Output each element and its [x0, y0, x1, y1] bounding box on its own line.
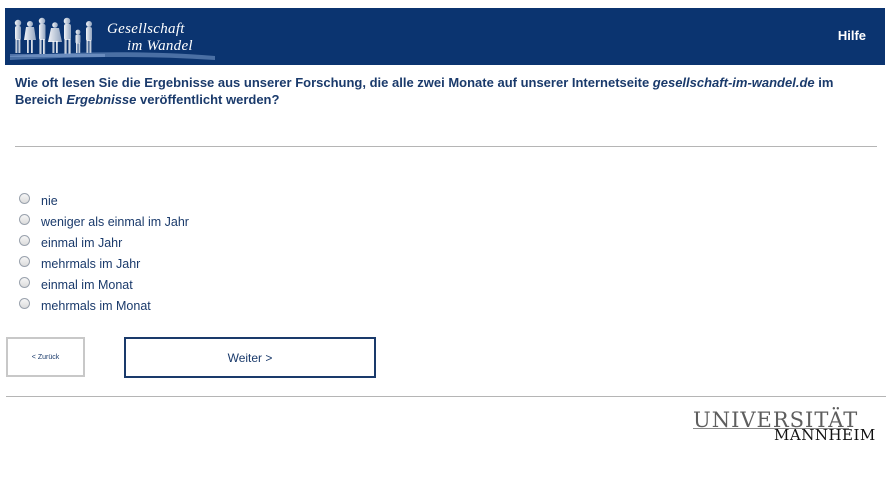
question-part1: Wie oft lesen Sie die Ergebnisse aus uns… [15, 75, 653, 90]
question-text: Wie oft lesen Sie die Ergebnisse aus uns… [15, 74, 875, 108]
radio-button[interactable] [19, 193, 30, 204]
option-mehrmals-im-monat[interactable]: mehrmals im Monat [19, 295, 189, 316]
logo-text: Gesellschaft im Wandel [107, 21, 193, 55]
logo-line1: Gesellschaft [107, 21, 185, 37]
option-einmal-im-jahr[interactable]: einmal im Jahr [19, 232, 189, 253]
option-label[interactable]: einmal im Monat [41, 278, 133, 292]
footer-divider [6, 396, 886, 397]
option-label[interactable]: einmal im Jahr [41, 236, 122, 250]
university-logo: UNIVERSITÄT MANNHEIM [690, 408, 875, 448]
option-label[interactable]: weniger als einmal im Jahr [41, 215, 189, 229]
question-site: gesellschaft-im-wandel.de [652, 75, 815, 90]
answer-options: nie weniger als einmal im Jahr einmal im… [19, 190, 189, 316]
radio-button[interactable] [19, 277, 30, 288]
radio-button[interactable] [19, 214, 30, 225]
question-part3: veröffentlicht werden? [136, 92, 280, 107]
option-weniger-als-einmal-im-jahr[interactable]: weniger als einmal im Jahr [19, 211, 189, 232]
option-mehrmals-im-jahr[interactable]: mehrmals im Jahr [19, 253, 189, 274]
radio-button[interactable] [19, 298, 30, 309]
next-button[interactable]: Weiter > [124, 337, 376, 378]
help-link[interactable]: Hilfe [838, 28, 866, 43]
university-logo-line2: MANNHEIM [774, 426, 876, 444]
site-header: Gesellschaft im Wandel Hilfe [5, 8, 885, 65]
option-label[interactable]: mehrmals im Monat [41, 299, 151, 313]
option-einmal-im-monat[interactable]: einmal im Monat [19, 274, 189, 295]
radio-button[interactable] [19, 235, 30, 246]
logo-line2: im Wandel [127, 38, 193, 54]
option-label[interactable]: mehrmals im Jahr [41, 257, 140, 271]
divider [15, 146, 877, 147]
logo: Gesellschaft im Wandel [10, 12, 215, 62]
radio-button[interactable] [19, 256, 30, 267]
option-label[interactable]: nie [41, 194, 58, 208]
option-nie[interactable]: nie [19, 190, 189, 211]
question-section: Ergebnisse [66, 92, 137, 107]
back-button[interactable]: < Zurück [6, 337, 85, 377]
